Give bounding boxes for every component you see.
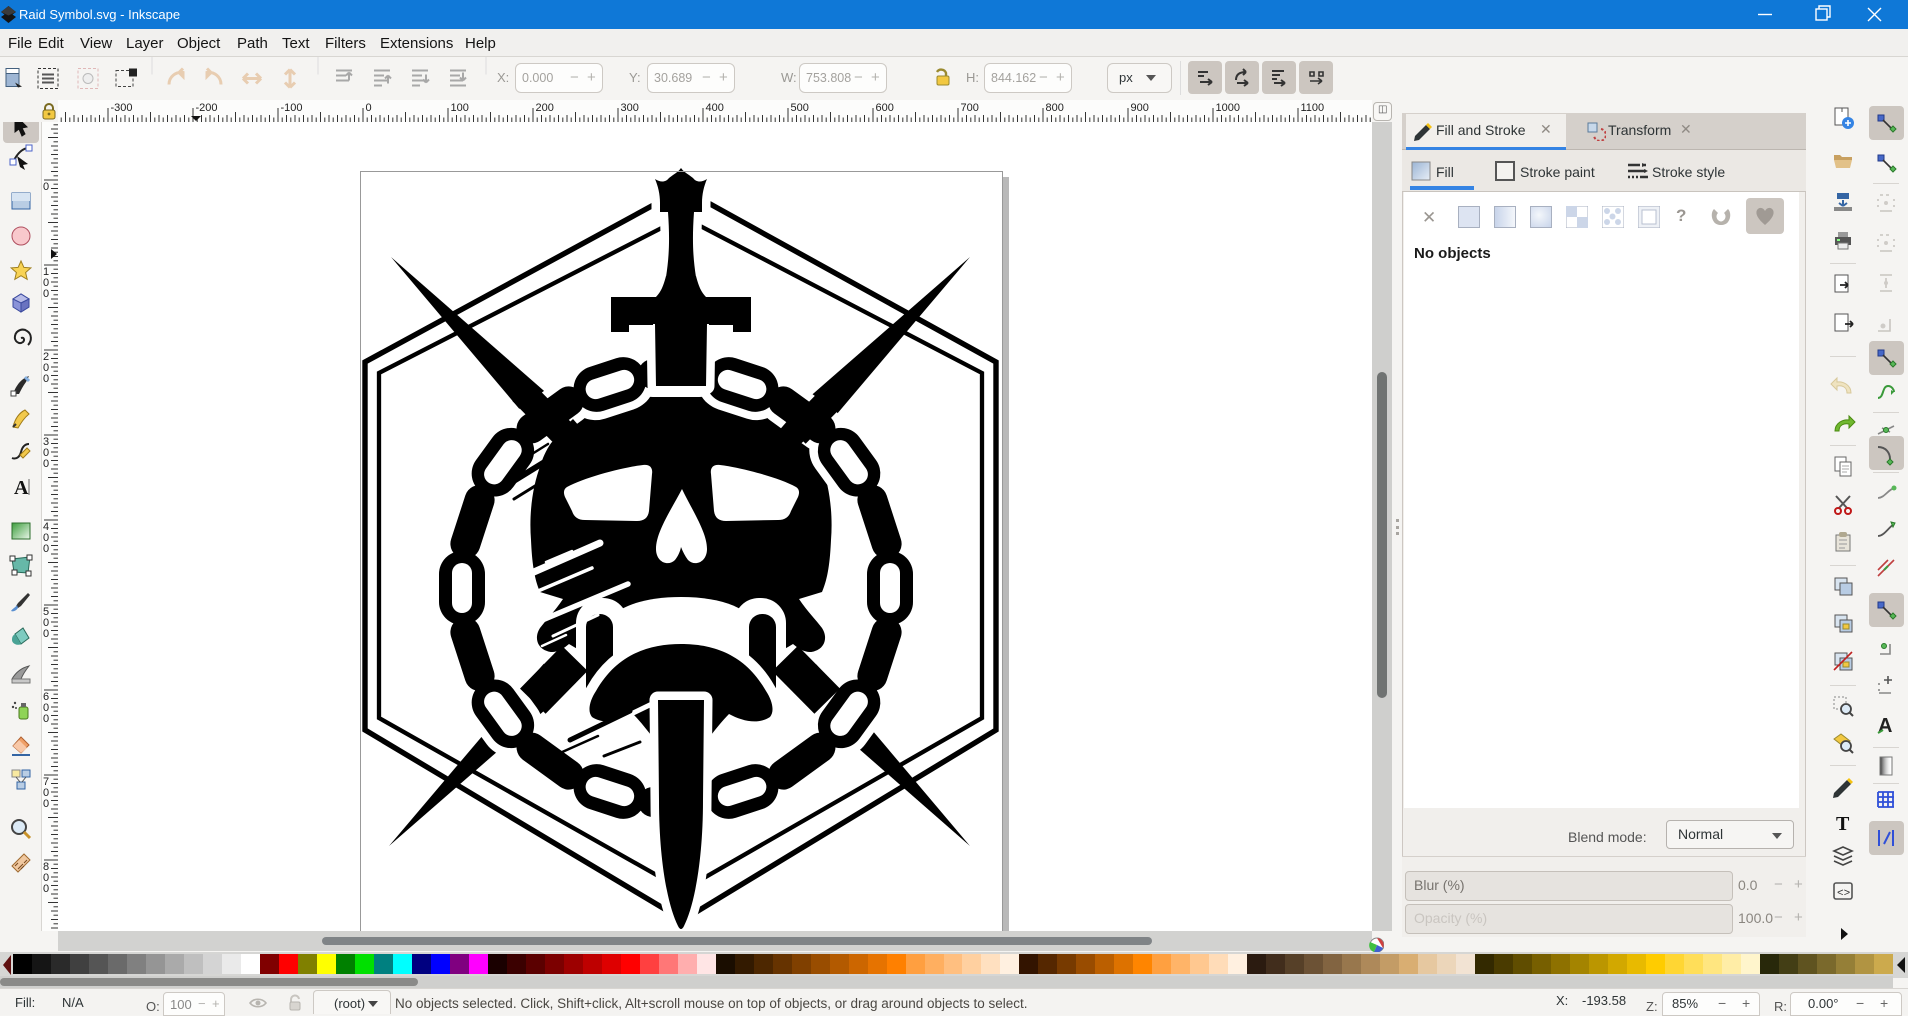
svg-text:400: 400 [706,102,724,114]
svg-text:0: 0 [366,102,372,114]
svg-text:600: 600 [876,102,894,114]
svg-text:900: 900 [1131,102,1149,114]
svg-text:200: 200 [536,102,554,114]
svg-text:0: 0 [43,288,49,300]
svg-text:1000: 1000 [1216,102,1240,114]
svg-text:1100: 1100 [1301,102,1325,114]
svg-text:100: 100 [451,102,469,114]
svg-text:<>: <> [1837,888,1850,900]
svg-text:300: 300 [621,102,639,114]
svg-text:0: 0 [43,373,49,385]
svg-text:500: 500 [791,102,809,114]
svg-text:-100: -100 [281,102,303,114]
svg-text:800: 800 [1046,102,1064,114]
svg-text:0: 0 [43,713,49,725]
svg-text:0: 0 [43,181,49,193]
svg-text:0: 0 [43,458,49,470]
svg-text:T: T [1836,813,1850,835]
svg-text:-300: -300 [111,102,133,114]
svg-text:0: 0 [43,798,49,810]
svg-text:A: A [1878,715,1892,737]
svg-text:-200: -200 [196,102,218,114]
svg-text:0: 0 [43,628,49,640]
svg-text:A: A [14,477,29,499]
svg-text:700: 700 [961,102,979,114]
svg-text:0: 0 [43,543,49,555]
svg-text:0: 0 [43,883,49,895]
